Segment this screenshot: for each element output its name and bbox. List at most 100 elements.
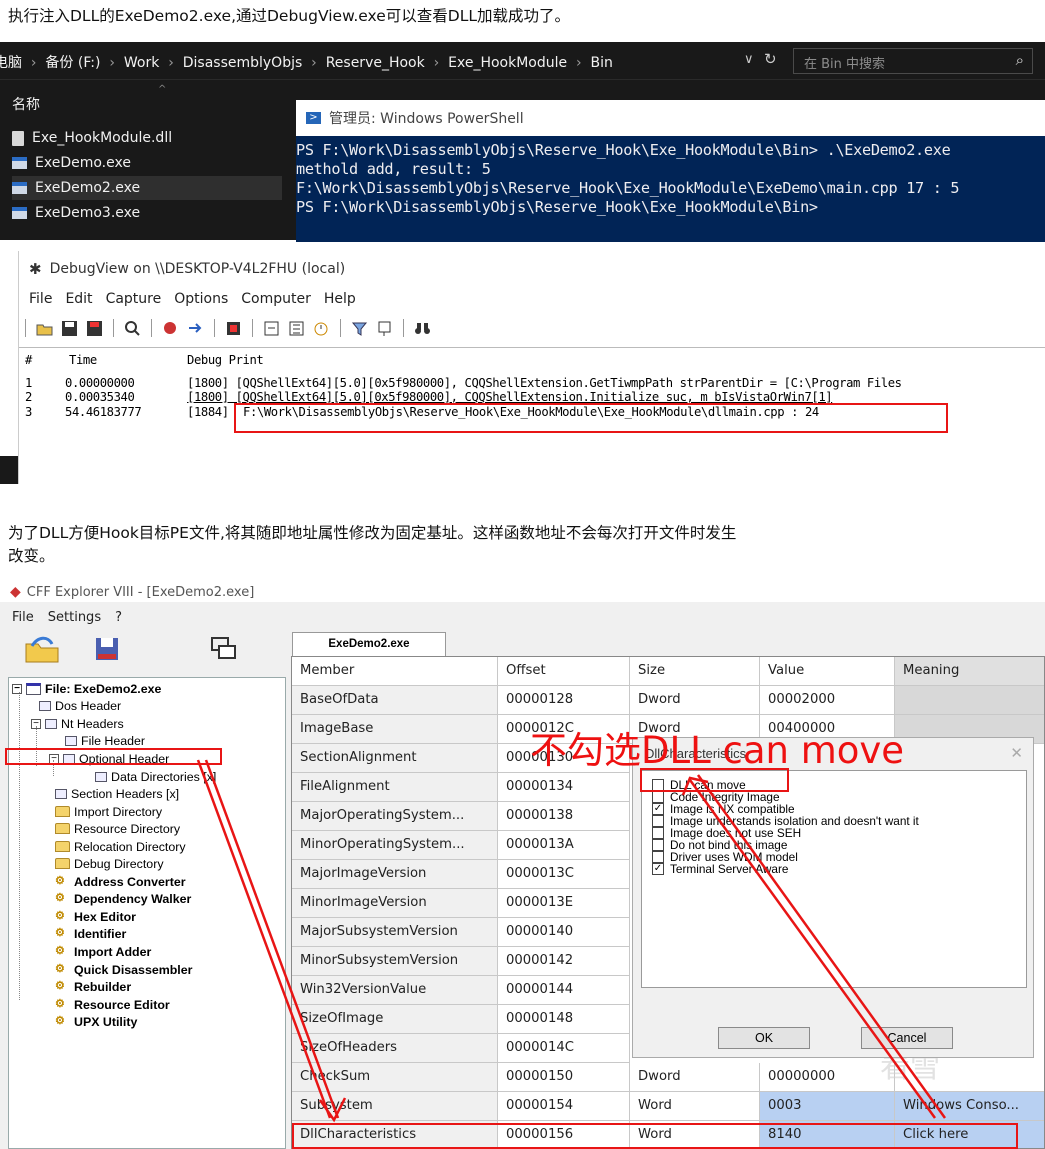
autoscroll-icon[interactable] bbox=[288, 320, 305, 337]
breadcrumb-item[interactable]: Work bbox=[124, 55, 159, 71]
cell-member[interactable]: MinorSubsystemVersion bbox=[292, 947, 498, 976]
find-icon[interactable] bbox=[124, 320, 141, 337]
refresh-icon[interactable]: ↻ bbox=[764, 50, 777, 68]
save-all-icon[interactable] bbox=[86, 320, 103, 337]
save-file-icon[interactable] bbox=[92, 634, 122, 664]
cell-offset[interactable]: 00000144 bbox=[498, 976, 630, 1005]
tree-item-dos-header[interactable]: Dos Header bbox=[39, 697, 121, 714]
cell-offset[interactable]: 0000014C bbox=[498, 1034, 630, 1063]
file-item-selected[interactable]: ExeDemo2.exe bbox=[12, 176, 282, 200]
cell-member[interactable]: DllCharacteristics bbox=[292, 1121, 498, 1148]
cell-member[interactable]: Subsystem bbox=[292, 1092, 498, 1121]
tree-item-hex-editor[interactable]: ⚙ Hex Editor bbox=[55, 908, 136, 925]
cell-member[interactable]: BaseOfData bbox=[292, 686, 498, 715]
filter-icon[interactable] bbox=[351, 320, 368, 337]
breadcrumb-item[interactable]: Exe_HookModule bbox=[448, 55, 567, 71]
breadcrumb-item[interactable]: Bin bbox=[591, 55, 613, 71]
column-header-size[interactable]: Size bbox=[630, 657, 760, 686]
column-header-offset[interactable]: Offset bbox=[498, 657, 630, 686]
column-header-member[interactable]: Member bbox=[292, 657, 498, 686]
menu-computer[interactable]: Computer bbox=[241, 291, 311, 307]
column-header-number[interactable]: # bbox=[25, 353, 32, 367]
file-item[interactable]: ExeDemo.exe bbox=[12, 151, 282, 175]
arrow-right-icon[interactable] bbox=[187, 320, 204, 337]
tree-item-upx-utility[interactable]: ⚙ UPX Utility bbox=[55, 1013, 137, 1030]
tree-item-rebuilder[interactable]: ⚙ Rebuilder bbox=[55, 978, 131, 995]
clear-icon[interactable] bbox=[225, 320, 242, 337]
cell-member[interactable]: SizeOfImage bbox=[292, 1005, 498, 1034]
cell-meaning[interactable] bbox=[895, 686, 1044, 715]
menu-options[interactable]: Options bbox=[174, 291, 228, 307]
column-header-debug-print[interactable]: Debug Print bbox=[187, 353, 264, 367]
tree-item-dependency-walker[interactable]: ⚙ Dependency Walker bbox=[55, 890, 191, 907]
cell-size[interactable]: Word bbox=[630, 1121, 760, 1148]
chevron-down-icon[interactable]: ∨ bbox=[744, 52, 754, 67]
tree-item-debug-directory[interactable]: Debug Directory bbox=[55, 855, 164, 872]
cell-member[interactable]: MinorImageVersion bbox=[292, 889, 498, 918]
click-here-link[interactable]: Click here bbox=[895, 1121, 1044, 1148]
tree-item-import-directory[interactable]: Import Directory bbox=[55, 803, 162, 820]
windows-icon[interactable] bbox=[210, 636, 238, 662]
menu-help[interactable]: Help bbox=[324, 291, 356, 307]
capture-icon[interactable] bbox=[162, 320, 179, 337]
cell-member[interactable]: MajorImageVersion bbox=[292, 860, 498, 889]
tree-item-data-directories[interactable]: Data Directories [x] bbox=[95, 768, 216, 785]
cell-member[interactable]: SectionAlignment bbox=[292, 744, 498, 773]
cell-offset[interactable]: 00000138 bbox=[498, 802, 630, 831]
file-item[interactable]: ExeDemo3.exe bbox=[12, 201, 282, 225]
cell-member[interactable]: Win32VersionValue bbox=[292, 976, 498, 1005]
breadcrumb-item[interactable]: Reserve_Hook bbox=[326, 55, 425, 71]
save-icon[interactable] bbox=[61, 320, 78, 337]
cancel-button[interactable]: Cancel bbox=[861, 1027, 953, 1049]
powershell-titlebar[interactable]: > 管理员: Windows PowerShell bbox=[296, 100, 1045, 136]
tree-item-section-headers[interactable]: Section Headers [x] bbox=[55, 785, 179, 802]
tree-item-file-header[interactable]: File Header bbox=[65, 732, 145, 749]
address-bar[interactable]: 电脑 › 备份 (F:) › Work › DisassemblyObjs › … bbox=[0, 42, 1045, 80]
pe-tree[interactable]: − File: ExeDemo2.exe Dos Header − Nt Head… bbox=[8, 677, 286, 1149]
debug-output-list[interactable]: # Time Debug Print 1 0.00000000 [1800] [… bbox=[19, 347, 1045, 484]
breadcrumb-item[interactable]: 电脑 bbox=[0, 55, 22, 71]
cell-size[interactable]: Word bbox=[630, 1092, 760, 1121]
cell-member[interactable]: FileAlignment bbox=[292, 773, 498, 802]
cell-member[interactable]: CheckSum bbox=[292, 1063, 498, 1092]
tree-item-quick-disassembler[interactable]: ⚙ Quick Disassembler bbox=[55, 961, 192, 978]
cell-offset[interactable]: 00000142 bbox=[498, 947, 630, 976]
open-icon[interactable] bbox=[36, 320, 53, 337]
highlight-icon[interactable] bbox=[376, 320, 393, 337]
menu-file[interactable]: File bbox=[12, 610, 34, 625]
tree-item-import-adder[interactable]: ⚙ Import Adder bbox=[55, 943, 151, 960]
search-input[interactable]: 在 Bin 中搜索 ⌕ bbox=[793, 48, 1033, 74]
breadcrumb[interactable]: 电脑 › 备份 (F:) › Work › DisassemblyObjs › … bbox=[0, 52, 613, 72]
tree-item-relocation-directory[interactable]: Relocation Directory bbox=[55, 838, 186, 855]
menu-file[interactable]: File bbox=[29, 291, 52, 307]
cell-offset[interactable]: 0000013C bbox=[498, 860, 630, 889]
tree-item-resource-editor[interactable]: ⚙ Resource Editor bbox=[55, 996, 170, 1013]
tree-item-file[interactable]: − File: ExeDemo2.exe bbox=[12, 680, 161, 697]
tab-exedemo2[interactable]: ExeDemo2.exe bbox=[292, 632, 446, 656]
column-header-name[interactable]: 名称 bbox=[12, 94, 40, 114]
cell-member[interactable]: ImageBase bbox=[292, 715, 498, 744]
ok-button[interactable]: OK bbox=[718, 1027, 810, 1049]
tree-item-identifier[interactable]: ⚙ Identifier bbox=[55, 925, 126, 942]
menu-settings[interactable]: Settings bbox=[48, 610, 101, 625]
breadcrumb-item[interactable]: DisassemblyObjs bbox=[183, 55, 303, 71]
debugview-titlebar[interactable]: ✱ DebugView on \\DESKTOP-V4L2FHU (local) bbox=[29, 260, 345, 278]
time-format-icon[interactable] bbox=[263, 320, 280, 337]
cell-value[interactable]: 8140 bbox=[760, 1121, 895, 1148]
checkbox-terminal-server-aware[interactable]: ✓ Terminal Server Aware bbox=[652, 862, 788, 876]
tree-item-address-converter[interactable]: ⚙ Address Converter bbox=[55, 873, 186, 890]
cell-size[interactable]: Dword bbox=[630, 1063, 760, 1092]
cell-offset[interactable]: 00000150 bbox=[498, 1063, 630, 1092]
cell-offset[interactable]: 0000013A bbox=[498, 831, 630, 860]
tree-item-nt-headers[interactable]: − Nt Headers bbox=[31, 715, 124, 732]
cell-offset[interactable]: 00000154 bbox=[498, 1092, 630, 1121]
cell-value[interactable]: 00000000 bbox=[760, 1063, 895, 1092]
powershell-window[interactable]: > 管理员: Windows PowerShell PS F:\Work\Dis… bbox=[296, 100, 1045, 242]
cell-offset[interactable]: 00000156 bbox=[498, 1121, 630, 1148]
cell-offset[interactable]: 00000134 bbox=[498, 773, 630, 802]
cell-member[interactable]: SizeOfHeaders bbox=[292, 1034, 498, 1063]
cell-member[interactable]: MinorOperatingSystem... bbox=[292, 831, 498, 860]
cell-member[interactable]: MajorSubsystemVersion bbox=[292, 918, 498, 947]
clock-icon[interactable] bbox=[313, 320, 330, 337]
binoculars-icon[interactable] bbox=[414, 320, 431, 337]
